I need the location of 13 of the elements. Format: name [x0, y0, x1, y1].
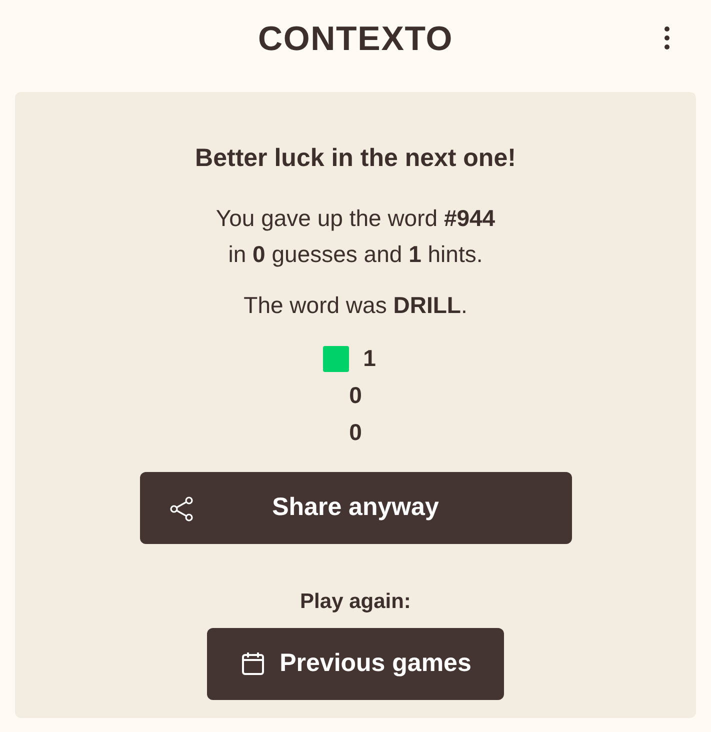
result-summary: You gave up the word #944 in 0 guesses and 1 hints. [216, 204, 496, 269]
play-again-label: Play again: [300, 589, 411, 615]
share-button[interactable]: Share anyway [140, 472, 572, 544]
calendar-icon [240, 650, 266, 676]
more-options-icon[interactable] [663, 26, 671, 50]
stat-count: 0 [349, 418, 362, 448]
stat-count: 0 [349, 381, 362, 410]
result-heading: Better luck in the next one! [195, 143, 516, 174]
app-title: CONTEXTO [258, 18, 454, 60]
share-icon [168, 496, 194, 522]
answer-text: The word was DRILL. [244, 290, 468, 320]
previous-games-button[interactable]: Previous games [207, 628, 504, 700]
stat-count: 1 [363, 344, 376, 374]
